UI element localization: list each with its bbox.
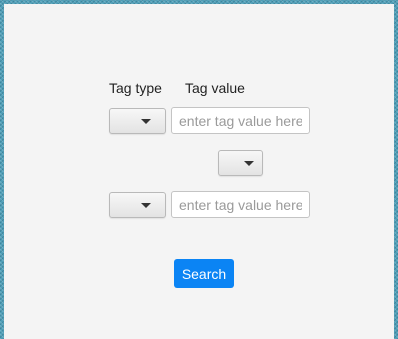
tag-type-select-1[interactable]: [109, 108, 166, 134]
operator-select[interactable]: [218, 150, 263, 176]
chevron-down-icon: [140, 203, 151, 208]
tag-type-label: Tag type: [109, 80, 162, 96]
tag-value-label: Tag value: [185, 80, 245, 96]
search-button[interactable]: Search: [174, 259, 234, 288]
tag-value-input-2[interactable]: [171, 191, 310, 218]
chevron-down-icon: [140, 119, 151, 124]
search-form-panel: [4, 4, 394, 339]
tag-type-select-2[interactable]: [109, 192, 166, 218]
chevron-down-icon: [243, 161, 254, 166]
tag-value-input-1[interactable]: [171, 107, 310, 134]
